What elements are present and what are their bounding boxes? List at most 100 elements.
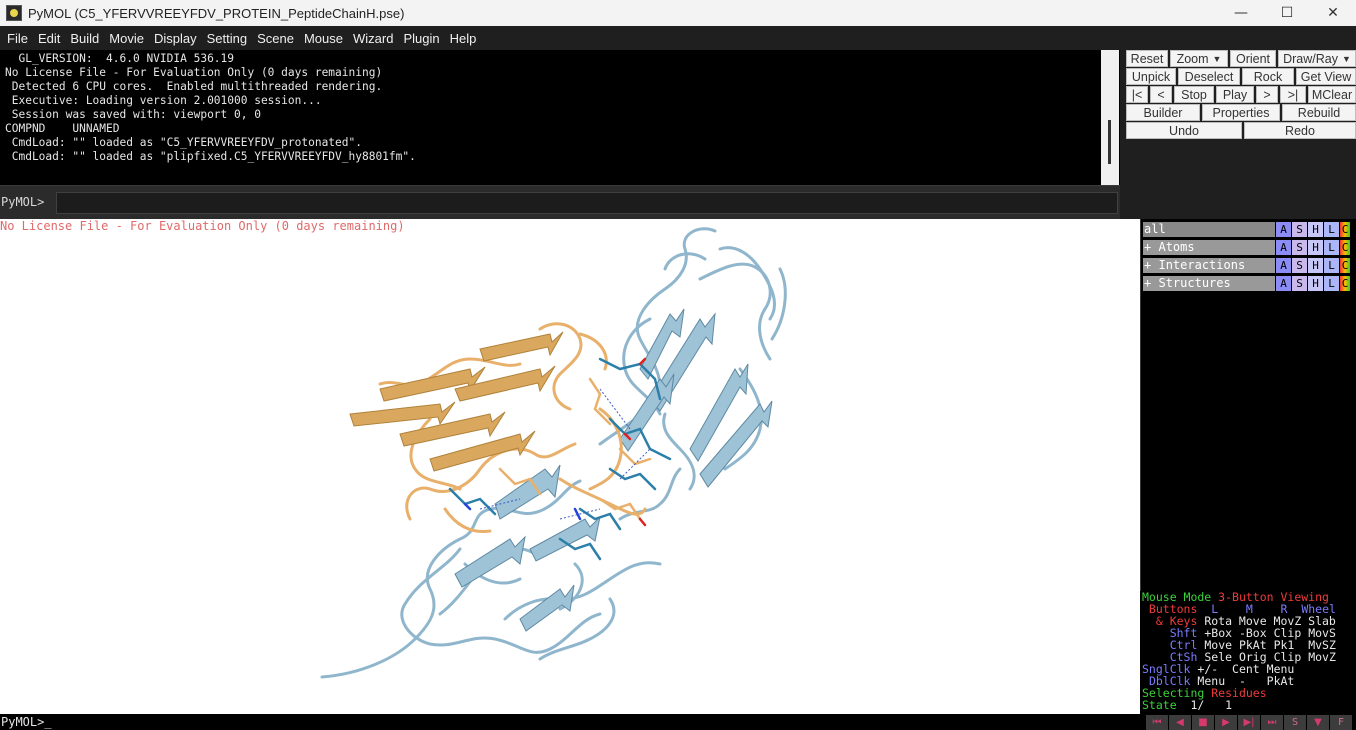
output-log: GL_VERSION: 4.6.0 NVIDIA 536.19 No Licen… bbox=[0, 50, 1119, 185]
draw-ray-button[interactable]: Draw/Ray ▼ bbox=[1278, 50, 1356, 67]
properties-button[interactable]: Properties bbox=[1202, 104, 1280, 121]
step-forward-icon[interactable]: ▶| bbox=[1238, 714, 1260, 730]
color-button[interactable]: C bbox=[1340, 258, 1350, 273]
rebuild-button[interactable]: Rebuild bbox=[1282, 104, 1356, 121]
reset-label: Reset bbox=[1130, 51, 1164, 66]
step-back-icon[interactable]: ◀ bbox=[1169, 714, 1191, 730]
log-line: COMPND UNNAMED bbox=[5, 122, 120, 135]
log-line: GL_VERSION: 4.6.0 NVIDIA 536.19 bbox=[5, 52, 235, 65]
action-button[interactable]: A bbox=[1276, 240, 1291, 255]
action-button[interactable]: A bbox=[1276, 258, 1291, 273]
object-label: Interactions bbox=[1158, 258, 1246, 272]
object-row-all[interactable]: all A S H L C bbox=[1143, 222, 1356, 237]
zoom-button[interactable]: Zoom ▼ bbox=[1170, 50, 1228, 67]
label-button[interactable]: L bbox=[1324, 240, 1339, 255]
next-frame-button[interactable]: > bbox=[1256, 86, 1278, 103]
expand-icon[interactable]: + bbox=[1144, 276, 1151, 290]
action-button[interactable]: A bbox=[1276, 276, 1291, 291]
menu-help[interactable]: Help bbox=[445, 31, 482, 46]
object-row-atoms[interactable]: + Atoms A S H L C bbox=[1143, 240, 1356, 255]
mclear-button[interactable]: MClear bbox=[1308, 86, 1356, 103]
deselect-button[interactable]: Deselect bbox=[1178, 68, 1240, 85]
builder-button[interactable]: Builder bbox=[1126, 104, 1200, 121]
play-icon[interactable]: ▶ bbox=[1215, 714, 1237, 730]
maximize-button[interactable]: ☐ bbox=[1264, 0, 1310, 26]
expand-icon[interactable]: + bbox=[1144, 240, 1151, 254]
action-button[interactable]: A bbox=[1276, 222, 1291, 237]
menu-setting[interactable]: Setting bbox=[202, 31, 252, 46]
object-label: Structures bbox=[1158, 276, 1231, 290]
zoom-label: Zoom bbox=[1176, 51, 1209, 66]
stop-icon[interactable]: ■ bbox=[1192, 714, 1214, 730]
label-button[interactable]: L bbox=[1324, 222, 1339, 237]
label-button[interactable]: L bbox=[1324, 258, 1339, 273]
log-line: Session was saved with: viewport 0, 0 bbox=[5, 108, 261, 121]
command-input[interactable] bbox=[56, 192, 1118, 214]
window-title: PyMOL (C5_YFERVVREEYFDV_PROTEIN_PeptideC… bbox=[28, 5, 405, 21]
object-row-structures[interactable]: + Structures A S H L C bbox=[1143, 276, 1356, 291]
menu-bar: File Edit Build Movie Display Setting Sc… bbox=[0, 26, 1356, 50]
label-button[interactable]: L bbox=[1324, 276, 1339, 291]
viewer-command-line[interactable]: PyMOL>_ bbox=[0, 714, 1140, 730]
hide-button[interactable]: H bbox=[1308, 258, 1323, 273]
close-button[interactable]: ✕ bbox=[1310, 0, 1356, 26]
orient-button[interactable]: Orient bbox=[1230, 50, 1276, 67]
menu-scene[interactable]: Scene bbox=[252, 31, 299, 46]
command-prompt: PyMOL> bbox=[1, 195, 45, 209]
menu-wizard[interactable]: Wizard bbox=[348, 31, 398, 46]
get-view-button[interactable]: Get View bbox=[1296, 68, 1356, 85]
show-button[interactable]: S bbox=[1292, 240, 1307, 255]
redo-button[interactable]: Redo bbox=[1244, 122, 1356, 139]
hide-button[interactable]: H bbox=[1308, 240, 1323, 255]
viewer-prompt[interactable]: PyMOL>_ bbox=[0, 714, 1140, 730]
last-frame-button[interactable]: >| bbox=[1280, 86, 1306, 103]
hide-button[interactable]: H bbox=[1308, 222, 1323, 237]
color-button[interactable]: C bbox=[1340, 276, 1350, 291]
fullscreen-button[interactable]: F bbox=[1330, 714, 1352, 730]
menu-build[interactable]: Build bbox=[65, 31, 104, 46]
menu-movie[interactable]: Movie bbox=[104, 31, 149, 46]
object-row-interactions[interactable]: + Interactions A S H L C bbox=[1143, 258, 1356, 273]
molecular-viewport[interactable]: No License File - For Evaluation Only (0… bbox=[0, 219, 1140, 714]
log-scrollbar-thumb[interactable] bbox=[1108, 120, 1111, 164]
show-button[interactable]: S bbox=[1292, 258, 1307, 273]
menu-plugin[interactable]: Plugin bbox=[398, 31, 444, 46]
menu-mouse[interactable]: Mouse bbox=[299, 31, 348, 46]
scene-button[interactable]: S bbox=[1284, 714, 1306, 730]
expand-icon[interactable]: + bbox=[1144, 258, 1151, 272]
chevron-down-icon[interactable]: ▼ bbox=[1307, 714, 1329, 730]
unpick-button[interactable]: Unpick bbox=[1126, 68, 1176, 85]
prev-frame-button[interactable]: < bbox=[1150, 86, 1172, 103]
show-button[interactable]: S bbox=[1292, 222, 1307, 237]
minimize-button[interactable]: — bbox=[1218, 0, 1264, 26]
mouse-mode-panel[interactable]: Mouse Mode 3-Button Viewing Buttons L M … bbox=[1140, 591, 1356, 714]
state-label: State bbox=[1142, 698, 1177, 712]
menu-file[interactable]: File bbox=[2, 31, 33, 46]
log-scrollbar[interactable] bbox=[1101, 50, 1119, 185]
object-panel: all A S H L C + Atoms A S H L C + Intera… bbox=[1140, 219, 1356, 591]
log-line: CmdLoad: "" loaded as "plipfixed.C5_YFER… bbox=[5, 150, 416, 163]
chevron-down-icon: ▼ bbox=[1212, 53, 1222, 64]
stop-button[interactable]: Stop bbox=[1174, 86, 1214, 103]
control-button-panel: Reset Zoom ▼ Orient Draw/Ray ▼ Unpick Dese… bbox=[1120, 50, 1356, 219]
menu-edit[interactable]: Edit bbox=[33, 31, 65, 46]
play-button[interactable]: Play bbox=[1216, 86, 1254, 103]
first-frame-button[interactable]: |< bbox=[1126, 86, 1148, 103]
fast-forward-icon[interactable]: ⏭ bbox=[1261, 714, 1283, 730]
hide-button[interactable]: H bbox=[1308, 276, 1323, 291]
object-name[interactable]: + Atoms bbox=[1143, 240, 1275, 255]
color-button[interactable]: C bbox=[1340, 222, 1350, 237]
draw-ray-label: Draw/Ray bbox=[1283, 51, 1338, 66]
reset-button[interactable]: Reset bbox=[1126, 50, 1168, 67]
object-name[interactable]: + Structures bbox=[1143, 276, 1275, 291]
menu-display[interactable]: Display bbox=[149, 31, 202, 46]
rock-button[interactable]: Rock bbox=[1242, 68, 1294, 85]
rewind-icon[interactable]: ⏮ bbox=[1146, 714, 1168, 730]
orient-label: Orient bbox=[1235, 51, 1271, 66]
log-line: No License File - For Evaluation Only (0… bbox=[5, 66, 383, 79]
show-button[interactable]: S bbox=[1292, 276, 1307, 291]
object-name[interactable]: all bbox=[1143, 222, 1275, 237]
color-button[interactable]: C bbox=[1340, 240, 1350, 255]
object-name[interactable]: + Interactions bbox=[1143, 258, 1275, 273]
undo-button[interactable]: Undo bbox=[1126, 122, 1242, 139]
